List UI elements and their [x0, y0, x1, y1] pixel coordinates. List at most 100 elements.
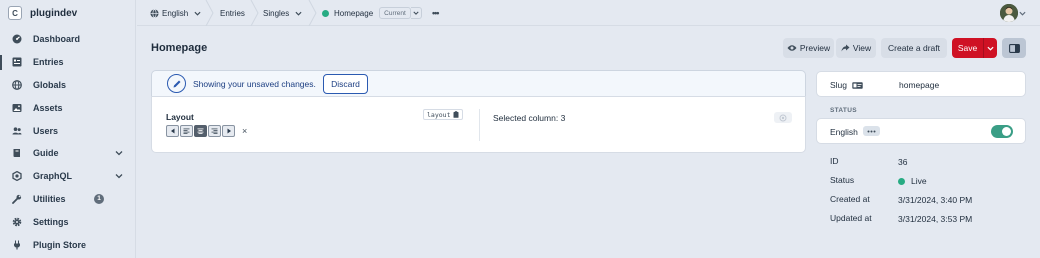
arrow-right-icon	[227, 128, 231, 134]
sidebar-item-label: Globals	[33, 79, 67, 90]
site-switcher[interactable]: English	[150, 0, 201, 26]
sidebar-item-guide[interactable]: Guide	[0, 142, 135, 165]
view-button[interactable]: View	[836, 38, 876, 58]
book-icon	[12, 148, 22, 158]
column-2-button[interactable]	[194, 125, 207, 137]
pencil-icon	[167, 74, 186, 93]
created-label: Created at	[830, 194, 870, 204]
revision-menu-button[interactable]	[410, 7, 422, 19]
chevron-down-icon[interactable]	[1019, 10, 1026, 17]
site-name: plugindev	[30, 7, 78, 19]
site-name-label: English	[162, 8, 189, 18]
site-options-button[interactable]	[863, 126, 880, 136]
notification-badge: 1	[94, 193, 104, 204]
plug-icon	[12, 240, 22, 250]
chevron-down-icon	[987, 46, 994, 51]
sidebar-item-graphql[interactable]: GraphQL	[0, 165, 135, 188]
breadcrumb-separator	[308, 0, 317, 26]
field-settings-button[interactable]	[774, 112, 792, 123]
breadcrumb-separator	[205, 0, 214, 26]
revision-badge: Current	[379, 7, 411, 19]
sidebar-item-label: Dashboard	[33, 34, 81, 45]
align-lines-icon	[183, 128, 190, 134]
status-heading: STATUS	[830, 107, 857, 114]
sidebar-item-dashboard[interactable]: Dashboard	[0, 28, 135, 51]
globe-icon	[12, 80, 22, 90]
toggle-knob	[1002, 127, 1011, 136]
sidebar-item-settings[interactable]: Settings	[0, 210, 135, 233]
align-lines-icon	[211, 128, 218, 134]
column-prev-button[interactable]	[166, 125, 179, 137]
sidebar-item-label: Assets	[33, 102, 63, 113]
slug-label: Slug	[830, 80, 863, 90]
live-status-dot	[898, 177, 905, 185]
selected-column-text: Selected column: 3	[493, 113, 566, 123]
wrench-icon	[12, 194, 22, 204]
sidebar-item-label: Users	[33, 125, 59, 136]
field-layout-panel: Layout layout × Selected column: 3	[151, 96, 806, 153]
gauge-icon	[12, 34, 22, 44]
breadcrumb-separator	[250, 0, 259, 26]
preview-button[interactable]: Preview	[783, 38, 834, 58]
site-enabled-toggle[interactable]	[991, 125, 1013, 138]
discard-button[interactable]: Discard	[323, 74, 368, 94]
sidebar-item-label: Utilities	[33, 193, 66, 204]
sidebar-item-assets[interactable]: Assets	[0, 96, 135, 119]
chevron-down-icon	[194, 11, 201, 16]
sidebar-item-utilities[interactable]: Utilities 1	[0, 188, 135, 211]
chevron-down-icon[interactable]	[115, 149, 123, 157]
image-icon	[12, 103, 22, 113]
create-draft-label: Create a draft	[888, 43, 940, 53]
id-value: 36	[898, 157, 908, 167]
site-brand[interactable]: C plugindev	[0, 0, 135, 26]
column-3-button[interactable]	[208, 125, 221, 137]
sidebar-item-users[interactable]: Users	[0, 119, 135, 142]
breadcrumb-label: Entries	[220, 8, 245, 18]
status-text: Live	[911, 176, 927, 186]
clear-selection-button[interactable]: ×	[242, 126, 247, 136]
sidebar-item-entries[interactable]: Entries	[0, 51, 135, 74]
more-icon: •••	[432, 8, 440, 18]
create-draft-button[interactable]: Create a draft	[881, 38, 947, 58]
view-label: View	[852, 43, 872, 53]
eye-icon	[787, 45, 797, 51]
breadcrumb-current-entry[interactable]: Homepage Current	[322, 0, 422, 26]
sidebar-item-label: Plugin Store	[33, 239, 87, 250]
graphql-icon	[12, 171, 22, 182]
status-value: Live	[898, 175, 927, 187]
status-dot	[322, 9, 329, 17]
share-arrow-icon	[841, 44, 850, 52]
preview-label: Preview	[799, 43, 831, 53]
breadcrumb-singles[interactable]: Singles	[263, 0, 302, 26]
avatar[interactable]	[1000, 4, 1018, 22]
column-divider	[479, 109, 480, 141]
users-icon	[12, 126, 22, 136]
breadcrumb-entries[interactable]: Entries	[220, 0, 245, 26]
sidebar-item-globals[interactable]: Globals	[0, 74, 135, 97]
column-1-button[interactable]	[180, 125, 193, 137]
chevron-down-icon[interactable]	[115, 172, 123, 180]
sidebar-item-plugin-store[interactable]: Plugin Store	[0, 233, 135, 256]
updated-value: 3/31/2024, 3:53 PM	[898, 214, 973, 224]
save-menu-button[interactable]	[983, 38, 997, 58]
field-label: Layout	[166, 112, 194, 122]
field-handle: layout	[427, 110, 451, 119]
chevron-down-icon	[413, 11, 419, 15]
site-logo: C	[8, 6, 22, 20]
sidebar-item-label: Entries	[33, 57, 64, 68]
more-actions-button[interactable]: •••	[432, 0, 440, 26]
id-label: ID	[830, 156, 839, 166]
arrow-left-icon	[170, 128, 174, 134]
site-status-row: English	[816, 118, 1026, 144]
toggle-details-button[interactable]	[1002, 38, 1026, 58]
slug-field[interactable]: Slug homepage	[816, 71, 1026, 97]
save-label: Save	[957, 43, 978, 53]
field-handle-tag[interactable]: layout	[423, 109, 464, 120]
gear-icon	[12, 217, 22, 227]
sidebar-item-label: Guide	[33, 148, 59, 159]
sidebar-panel-icon	[1008, 43, 1020, 53]
breadcrumb-label: Homepage	[334, 8, 374, 18]
save-button[interactable]: Save	[952, 38, 997, 58]
column-next-button[interactable]	[222, 125, 235, 137]
status-label: Status	[830, 175, 855, 185]
